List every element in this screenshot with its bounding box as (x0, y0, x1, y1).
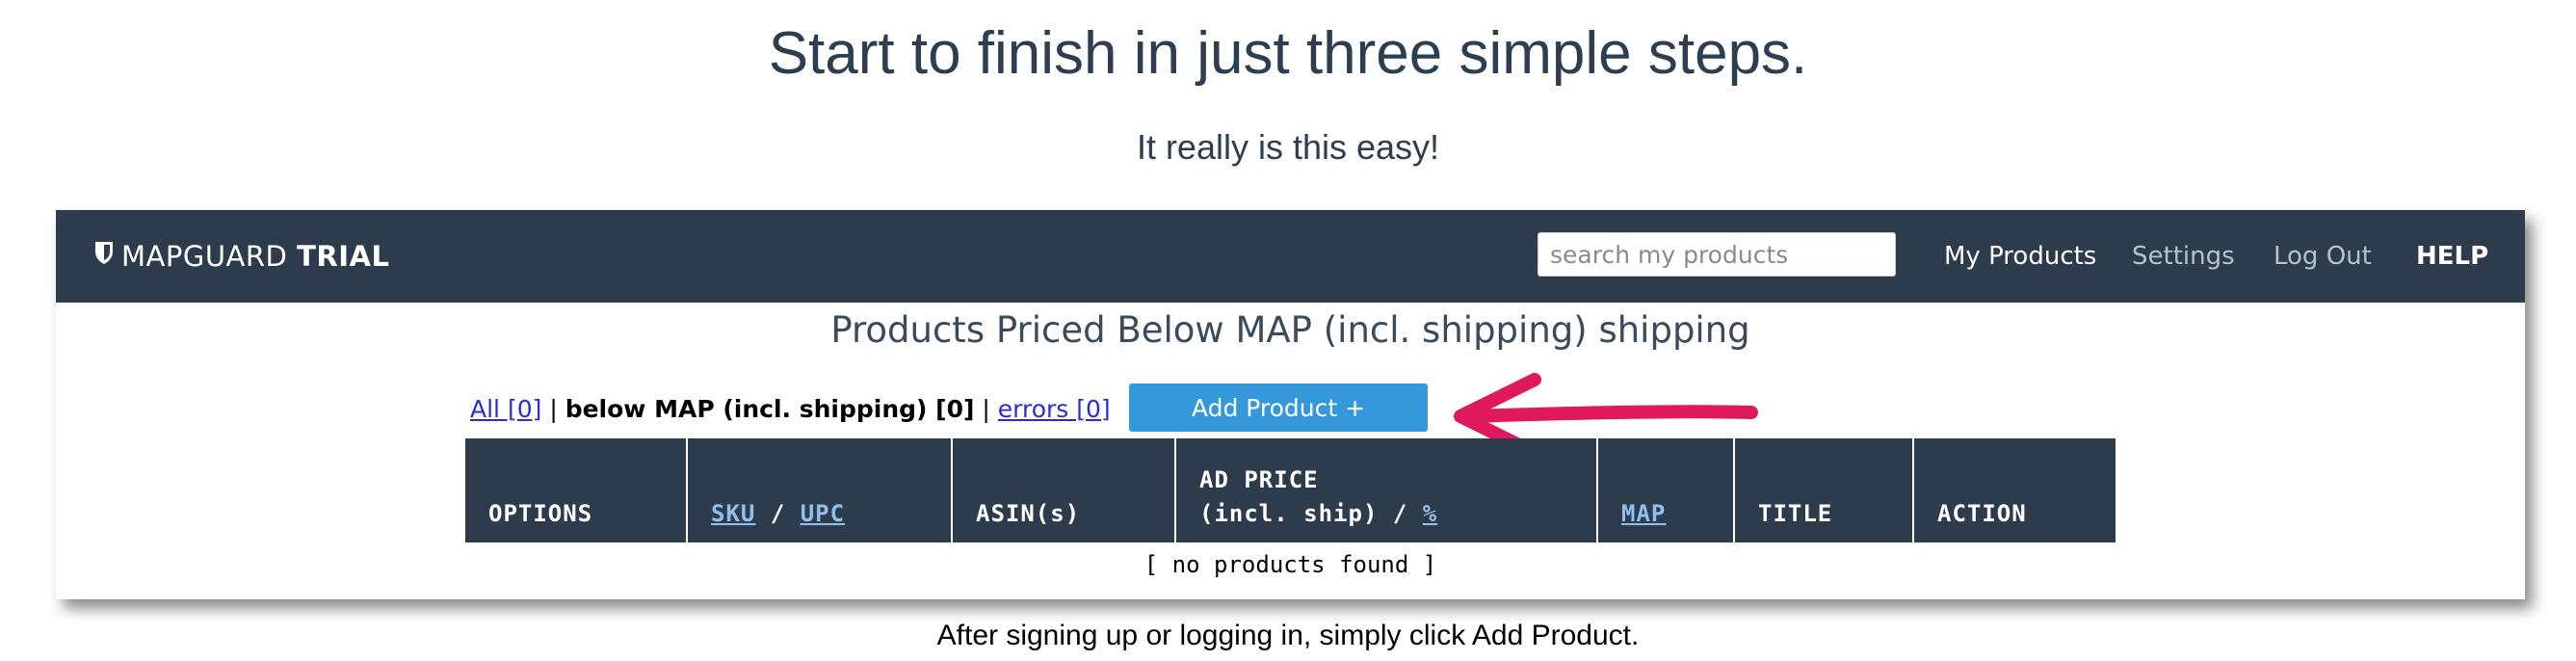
column-action: ACTION (1913, 438, 2116, 542)
filter-below-map-active: below MAP (incl. shipping) [0] (565, 395, 975, 423)
filter-separator: | (982, 395, 990, 423)
sort-sku-link[interactable]: SKU (711, 500, 755, 527)
shield-icon (94, 209, 114, 302)
sort-map-link[interactable]: MAP (1621, 500, 1666, 527)
nav-log-out[interactable]: Log Out (2274, 210, 2372, 303)
nav-settings[interactable]: Settings (2132, 210, 2235, 303)
filter-all-link[interactable]: All [0] (470, 395, 541, 423)
brand-name: MAPGUARD (121, 240, 288, 273)
filter-errors-link[interactable]: errors [0] (998, 395, 1111, 423)
search-input[interactable] (1538, 232, 1896, 277)
empty-state-text: [ no products found ] (1143, 551, 1437, 578)
nav-help[interactable]: HELP (2416, 210, 2488, 303)
nav-my-products[interactable]: My Products (1944, 210, 2096, 303)
sort-upc-link[interactable]: UPC (801, 500, 845, 527)
table-row: [ no products found ] (465, 542, 2116, 580)
brand-tier: TRIAL (297, 240, 390, 273)
app-screenshot-frame: MAPGUARD TRIAL My Products Settings Log … (56, 210, 2525, 599)
table-header-row: OPTIONS SKU / UPC ASIN(s) AD PRICE (incl… (465, 438, 2116, 542)
sort-percent-link[interactable]: % (1423, 500, 1437, 527)
navbar: MAPGUARD TRIAL My Products Settings Log … (56, 210, 2525, 303)
add-product-button[interactable]: Add Product + (1129, 383, 1428, 432)
column-title: TITLE (1734, 438, 1914, 542)
column-asin: ASIN(s) (952, 438, 1176, 542)
column-ad-price: AD PRICE (incl. ship) / % (1175, 438, 1598, 542)
column-map: MAP (1597, 438, 1735, 542)
filter-separator: | (549, 395, 558, 423)
caption: After signing up or logging in, simply c… (936, 620, 1640, 651)
headline: Start to finish in just three simple ste… (768, 20, 1808, 87)
products-table: OPTIONS SKU / UPC ASIN(s) AD PRICE (incl… (465, 438, 2116, 580)
brand-logo[interactable]: MAPGUARD TRIAL (94, 210, 389, 303)
page-title: Products Priced Below MAP (incl. shippin… (830, 309, 1750, 351)
column-sku-upc: SKU / UPC (687, 438, 953, 542)
column-options: OPTIONS (465, 438, 688, 542)
filter-bar: All [0] | below MAP (incl. shipping) [0]… (470, 393, 1111, 426)
subheadline: It really is this easy! (1136, 127, 1440, 167)
